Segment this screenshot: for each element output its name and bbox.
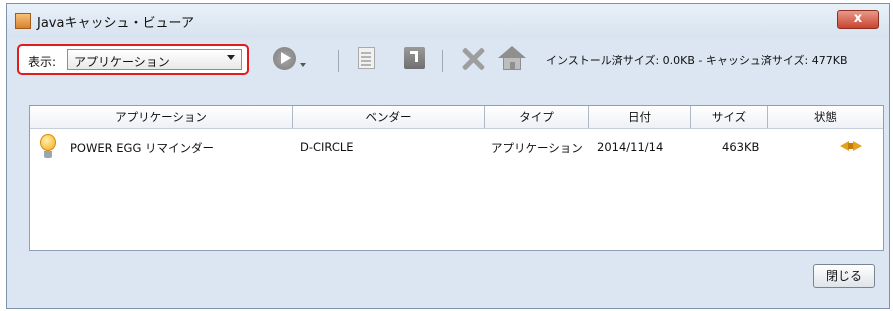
cell-vendor: D-CIRCLE bbox=[300, 140, 354, 154]
play-icon[interactable] bbox=[273, 46, 311, 72]
title-bar: Javaキャッシュ・ビューア x bbox=[7, 4, 889, 38]
home-icon[interactable] bbox=[498, 46, 526, 72]
column-header-type[interactable]: タイプ bbox=[485, 106, 589, 128]
cell-type: アプリケーション bbox=[491, 141, 583, 155]
cell-size: 463KB bbox=[722, 140, 760, 154]
toolbar: 表示: アプリケーション インストール済サイズ: 0.0KB - キャッシュ済サ… bbox=[7, 38, 889, 78]
window-close-button[interactable]: x bbox=[837, 10, 879, 29]
column-header-application[interactable]: アプリケーション bbox=[30, 106, 293, 128]
view-selector-group: 表示: アプリケーション bbox=[17, 44, 249, 75]
status-arrows-icon bbox=[840, 139, 862, 153]
table-header: アプリケーション ベンダー タイプ 日付 サイズ 状態 bbox=[30, 106, 883, 129]
window-title: Javaキャッシュ・ビューア bbox=[37, 16, 194, 31]
cell-date: 2014/11/14 bbox=[597, 140, 664, 154]
column-header-size[interactable]: サイズ bbox=[691, 106, 768, 128]
view-select[interactable]: アプリケーション bbox=[67, 49, 242, 70]
column-header-status[interactable]: 状態 bbox=[768, 106, 883, 128]
close-dialog-button[interactable]: 閉じる bbox=[813, 264, 875, 288]
toolbar-separator bbox=[442, 50, 443, 72]
document-icon[interactable] bbox=[356, 46, 378, 72]
delete-icon[interactable] bbox=[460, 46, 486, 72]
lightbulb-icon bbox=[38, 134, 58, 162]
cache-table: アプリケーション ベンダー タイプ 日付 サイズ 状態 POWER EGG リマ… bbox=[29, 105, 884, 251]
column-header-vendor[interactable]: ベンダー bbox=[293, 106, 485, 128]
cache-size-info: インストール済サイズ: 0.0KB - キャッシュ済サイズ: 477KB bbox=[546, 54, 848, 67]
column-header-date[interactable]: 日付 bbox=[589, 106, 691, 128]
toolbar-separator bbox=[338, 50, 339, 72]
share-icon[interactable] bbox=[403, 46, 425, 72]
cell-application: POWER EGG リマインダー bbox=[70, 141, 215, 155]
chevron-down-icon bbox=[227, 55, 235, 60]
view-select-value: アプリケーション bbox=[74, 55, 170, 69]
view-label: 表示: bbox=[28, 55, 57, 69]
java-cup-icon bbox=[15, 13, 31, 29]
table-row[interactable]: POWER EGG リマインダー D-CIRCLE アプリケーション 2014/… bbox=[30, 129, 883, 167]
